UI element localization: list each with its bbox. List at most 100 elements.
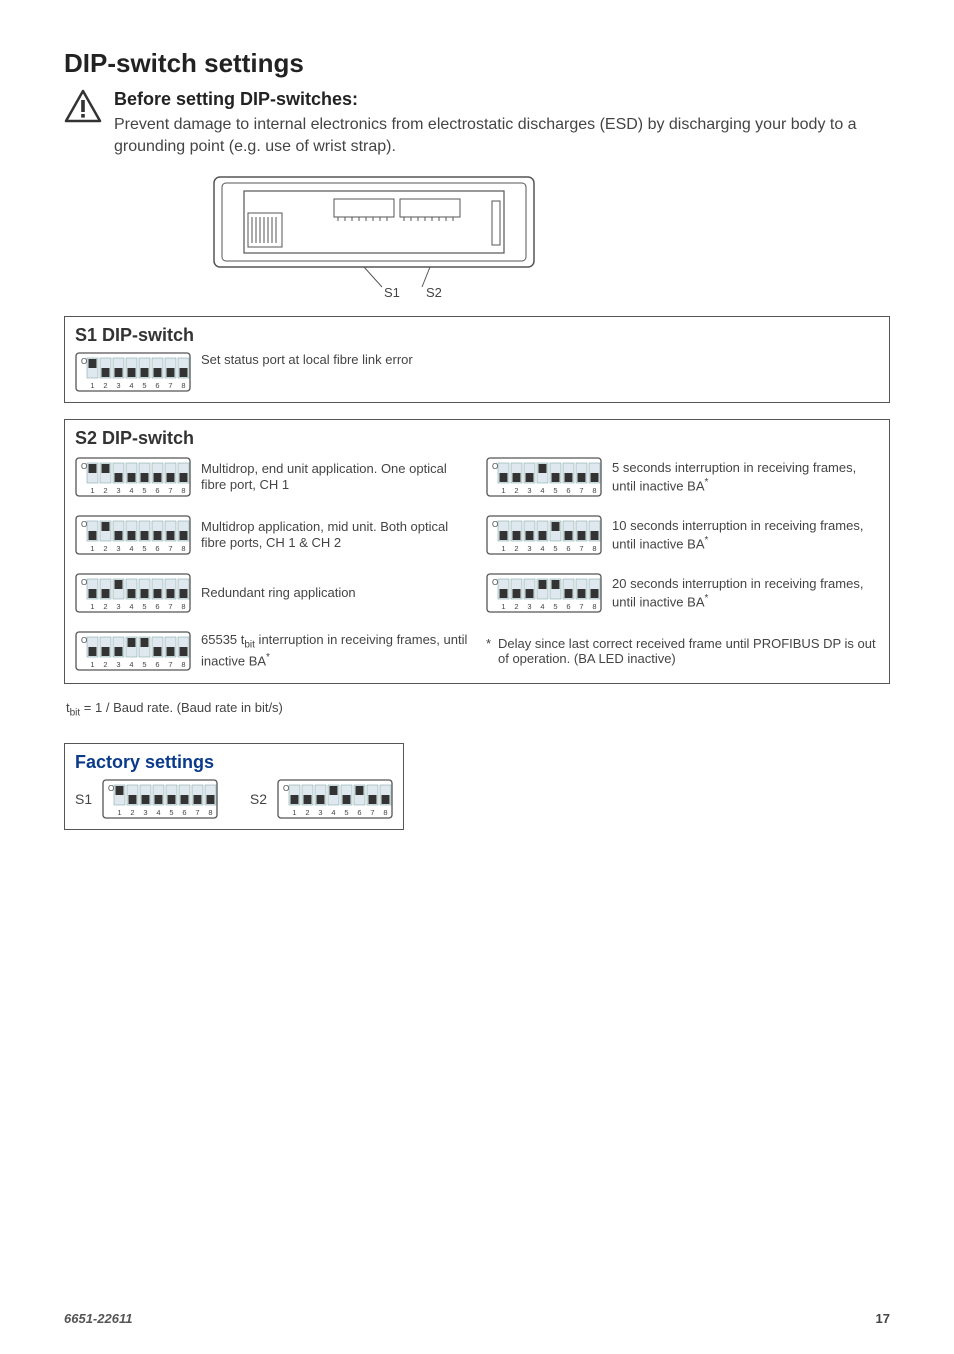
svg-text:7: 7	[168, 660, 172, 669]
svg-text:4: 4	[540, 486, 544, 495]
svg-text:5: 5	[553, 486, 557, 495]
warning-body: Prevent damage to internal electronics f…	[114, 114, 890, 157]
svg-text:5: 5	[553, 602, 557, 611]
page-title: DIP-switch settings	[64, 48, 890, 79]
tbit-note: tbit = 1 / Baud rate. (Baud rate in bit/…	[66, 700, 890, 719]
dip-s2-d: ON12345678	[75, 631, 191, 671]
footer-doc: 6651-22611	[64, 1311, 132, 1326]
svg-text:4: 4	[540, 602, 544, 611]
svg-text:8: 8	[181, 660, 185, 669]
svg-text:6: 6	[183, 808, 187, 817]
svg-text:2: 2	[131, 808, 135, 817]
s1-title: S1 DIP-switch	[75, 325, 879, 346]
svg-text:1: 1	[90, 486, 94, 495]
svg-text:5: 5	[142, 486, 146, 495]
svg-text:3: 3	[116, 602, 120, 611]
svg-text:2: 2	[305, 808, 309, 817]
warning-icon	[64, 89, 102, 126]
svg-text:1: 1	[90, 544, 94, 553]
svg-text:5: 5	[142, 660, 146, 669]
s2-panel: S2 DIP-switch ON12345678 Multidrop, end …	[64, 419, 890, 684]
s2-desc-f: 10 seconds interruption in receiving fra…	[612, 518, 879, 552]
svg-text:3: 3	[116, 381, 120, 390]
svg-text:1: 1	[501, 544, 505, 553]
dip-s1: ON12345678	[75, 352, 191, 392]
svg-text:1: 1	[90, 381, 94, 390]
svg-text:1: 1	[90, 660, 94, 669]
svg-text:4: 4	[129, 660, 133, 669]
svg-text:4: 4	[129, 381, 133, 390]
svg-text:S1: S1	[384, 285, 400, 299]
svg-text:2: 2	[103, 486, 107, 495]
svg-text:1: 1	[292, 808, 296, 817]
dip-s2-g: ON12345678	[486, 573, 602, 613]
svg-text:4: 4	[129, 544, 133, 553]
svg-text:3: 3	[116, 660, 120, 669]
svg-text:2: 2	[514, 486, 518, 495]
svg-text:6: 6	[566, 602, 570, 611]
factory-title: Factory settings	[75, 752, 393, 773]
svg-text:7: 7	[196, 808, 200, 817]
svg-text:6: 6	[155, 544, 159, 553]
s2-title: S2 DIP-switch	[75, 428, 879, 449]
svg-text:3: 3	[116, 486, 120, 495]
svg-text:4: 4	[540, 544, 544, 553]
svg-text:5: 5	[142, 544, 146, 553]
warning-heading: Before setting DIP-switches:	[114, 89, 890, 110]
svg-text:2: 2	[514, 602, 518, 611]
svg-text:2: 2	[103, 381, 107, 390]
svg-text:8: 8	[181, 602, 185, 611]
dip-s2-e: ON12345678	[486, 457, 602, 497]
svg-text:4: 4	[129, 602, 133, 611]
svg-text:1: 1	[501, 602, 505, 611]
s2-desc-c: Redundant ring application	[201, 585, 356, 601]
svg-text:5: 5	[142, 602, 146, 611]
dip-factory-s1: ON12345678	[102, 779, 218, 819]
svg-text:7: 7	[168, 602, 172, 611]
svg-text:8: 8	[209, 808, 213, 817]
page-footer: 6651-22611 17	[64, 1311, 890, 1326]
svg-text:5: 5	[344, 808, 348, 817]
dip-s2-a: ON12345678	[75, 457, 191, 497]
svg-text:7: 7	[370, 808, 374, 817]
svg-text:8: 8	[592, 602, 596, 611]
dip-factory-s2: ON12345678	[277, 779, 393, 819]
footer-page: 17	[876, 1311, 890, 1326]
dip-s2-b: ON12345678	[75, 515, 191, 555]
svg-text:5: 5	[142, 381, 146, 390]
s1-panel: S1 DIP-switch ON12345678 Set status port…	[64, 316, 890, 403]
svg-text:7: 7	[579, 486, 583, 495]
factory-s1-label: S1	[75, 791, 92, 807]
svg-text:1: 1	[90, 602, 94, 611]
dip-s2-f: ON12345678	[486, 515, 602, 555]
s2-desc-g: 20 seconds interruption in receiving fra…	[612, 576, 879, 610]
s2-footnote: * Delay since last correct received fram…	[486, 636, 879, 666]
dip-s2-c: ON12345678	[75, 573, 191, 613]
svg-text:8: 8	[592, 486, 596, 495]
svg-text:6: 6	[155, 486, 159, 495]
svg-text:8: 8	[181, 544, 185, 553]
svg-text:2: 2	[103, 544, 107, 553]
svg-text:4: 4	[157, 808, 161, 817]
svg-text:6: 6	[357, 808, 361, 817]
svg-text:3: 3	[116, 544, 120, 553]
s2-desc-b: Multidrop application, mid unit. Both op…	[201, 519, 468, 552]
svg-text:S2: S2	[426, 285, 442, 299]
svg-text:5: 5	[553, 544, 557, 553]
svg-text:6: 6	[566, 544, 570, 553]
factory-panel: Factory settings S1 ON12345678 S2 ON1234…	[64, 743, 404, 830]
svg-text:8: 8	[383, 808, 387, 817]
svg-text:6: 6	[566, 486, 570, 495]
svg-text:7: 7	[168, 544, 172, 553]
svg-text:5: 5	[170, 808, 174, 817]
svg-text:1: 1	[118, 808, 122, 817]
svg-text:8: 8	[181, 486, 185, 495]
svg-text:3: 3	[527, 544, 531, 553]
svg-text:2: 2	[103, 602, 107, 611]
factory-s2-label: S2	[250, 791, 267, 807]
device-figure: S1 S2	[204, 169, 544, 302]
s2-desc-e: 5 seconds interruption in receiving fram…	[612, 460, 879, 494]
svg-text:7: 7	[168, 381, 172, 390]
svg-text:7: 7	[579, 544, 583, 553]
svg-text:7: 7	[168, 486, 172, 495]
